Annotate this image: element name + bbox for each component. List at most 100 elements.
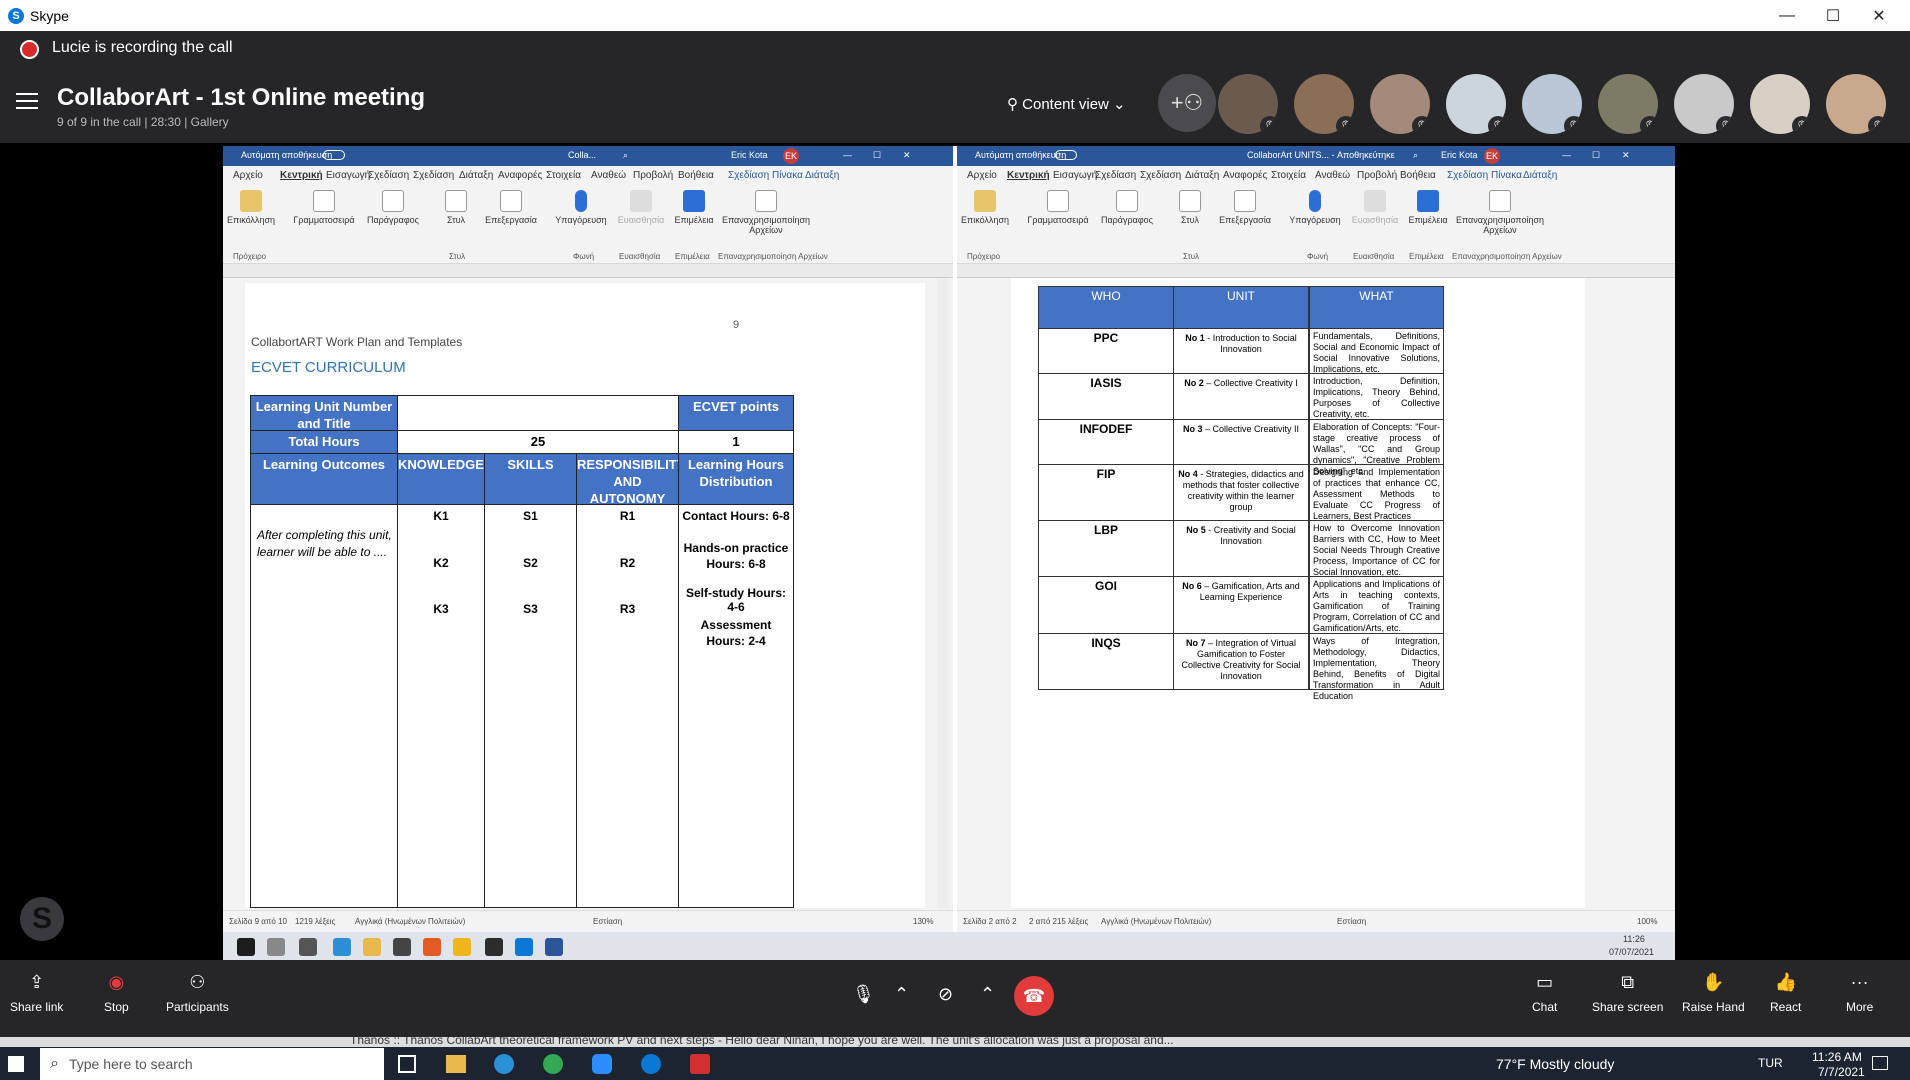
status-zoom[interactable]: 100% bbox=[1637, 917, 1657, 926]
menu-design[interactable]: Σχεδίαση bbox=[368, 170, 409, 181]
cell-after[interactable] bbox=[250, 504, 398, 908]
participant-avatar[interactable]: 🎙 bbox=[1218, 74, 1278, 134]
participant-avatar[interactable]: 🎙 bbox=[1370, 74, 1430, 134]
participant-avatar[interactable]: 🎙 bbox=[1750, 74, 1810, 134]
menu-insert[interactable]: Εισαγωγή bbox=[326, 170, 370, 181]
menu-view[interactable]: Προβολή bbox=[1357, 170, 1397, 181]
editor-button[interactable]: Επιμέλεια bbox=[1405, 190, 1451, 225]
menu-draw[interactable]: Σχεδίαση bbox=[1140, 170, 1181, 181]
menu-design[interactable]: Σχεδίαση bbox=[1095, 170, 1136, 181]
reuse-files-button[interactable]: Επαναχρησιμοποίηση Αρχείων bbox=[721, 190, 811, 235]
sensitivity-button[interactable]: Ευαισθησία bbox=[1349, 190, 1401, 225]
minimize-icon[interactable]: — bbox=[1562, 150, 1571, 160]
task-view-icon[interactable] bbox=[299, 938, 317, 956]
cell-lu-title-value[interactable] bbox=[397, 395, 679, 431]
menu-references[interactable]: Αναφορές bbox=[1223, 170, 1267, 181]
file-explorer-icon[interactable] bbox=[363, 938, 381, 956]
menu-help[interactable]: Βοήθεια bbox=[678, 170, 714, 181]
maximize-icon[interactable]: ☐ bbox=[873, 150, 881, 161]
app-icon[interactable] bbox=[485, 938, 503, 956]
participant-avatar[interactable]: 🎙 bbox=[1446, 74, 1506, 134]
input-language[interactable]: TUR bbox=[1758, 1056, 1783, 1070]
participant-avatar[interactable]: 🎙 bbox=[1826, 74, 1886, 134]
content-view-dropdown[interactable]: ⚲ Content view ⌄ bbox=[1007, 95, 1126, 113]
autosave-toggle[interactable] bbox=[1055, 150, 1077, 160]
taskbar-search[interactable]: ⌕ Type here to search bbox=[40, 1048, 384, 1080]
chat-button[interactable]: ▭ Chat bbox=[1532, 972, 1557, 1014]
acrobat-icon[interactable] bbox=[690, 1054, 710, 1074]
menu-mailings[interactable]: Στοιχεία bbox=[546, 170, 581, 181]
paste-button[interactable]: Επικόλληση bbox=[227, 190, 275, 225]
menu-table-layout[interactable]: Διάταξη bbox=[805, 170, 839, 181]
taskbar-date[interactable]: 7/7/2021 bbox=[1818, 1065, 1865, 1079]
windows-start-icon[interactable] bbox=[8, 1056, 24, 1072]
menu-references[interactable]: Αναφορές bbox=[498, 170, 542, 181]
search-icon[interactable] bbox=[267, 938, 285, 956]
close-icon[interactable]: ✕ bbox=[1856, 0, 1902, 31]
left-vertical-scrollbar[interactable] bbox=[937, 278, 949, 908]
participant-avatar[interactable]: 🎙 bbox=[1522, 74, 1582, 134]
hang-up-button[interactable]: ☎ bbox=[1014, 976, 1054, 1016]
file-explorer-icon[interactable] bbox=[446, 1055, 466, 1073]
menu-home[interactable]: Κεντρική bbox=[280, 170, 323, 181]
styles-button[interactable]: Στυλ bbox=[1175, 190, 1205, 225]
menu-layout[interactable]: Διάταξη bbox=[459, 170, 493, 181]
menu-draw[interactable]: Σχεδίαση bbox=[413, 170, 454, 181]
search-icon[interactable]: ⌕ bbox=[623, 150, 628, 161]
menu-file[interactable]: Αρχείο bbox=[967, 170, 997, 181]
cell-total-hours[interactable]: 25 bbox=[397, 430, 679, 454]
status-language[interactable]: Αγγλικά (Ηνωμένων Πολιτειών) bbox=[1101, 917, 1211, 926]
menu-mailings[interactable]: Στοιχεία bbox=[1271, 170, 1306, 181]
menu-insert[interactable]: Εισαγωγή bbox=[1053, 170, 1097, 181]
chrome-icon[interactable] bbox=[453, 938, 471, 956]
more-button[interactable]: ··· More bbox=[1846, 972, 1873, 1014]
participants-button[interactable]: ⚇ Participants bbox=[166, 972, 229, 1014]
word-icon[interactable] bbox=[545, 938, 563, 956]
taskbar-time[interactable]: 11:26 AM bbox=[1812, 1050, 1862, 1064]
ie-icon[interactable] bbox=[494, 1054, 514, 1074]
menu-table-design[interactable]: Σχεδίαση Πίνακα bbox=[1447, 170, 1522, 181]
windows-start-icon[interactable] bbox=[237, 938, 255, 956]
skype-icon[interactable] bbox=[515, 938, 533, 956]
mute-button[interactable]: 🎙 bbox=[852, 984, 875, 1012]
audio-options-button[interactable]: ⌃ bbox=[894, 984, 909, 1012]
status-focus[interactable]: Εστίαση bbox=[1337, 917, 1366, 926]
styles-button[interactable]: Στυλ bbox=[441, 190, 471, 225]
autosave-toggle[interactable] bbox=[323, 150, 345, 160]
skype-icon[interactable] bbox=[641, 1054, 661, 1074]
zoom-icon[interactable] bbox=[592, 1054, 612, 1074]
share-link-button[interactable]: ⇪ Share link bbox=[10, 972, 63, 1014]
paragraph-button[interactable]: Παράγραφος bbox=[1097, 190, 1157, 225]
chrome-icon[interactable] bbox=[543, 1054, 563, 1074]
paste-button[interactable]: Επικόλληση bbox=[961, 190, 1009, 225]
notification-icon[interactable] bbox=[1872, 1056, 1888, 1070]
minimize-icon[interactable]: — bbox=[1764, 0, 1810, 31]
menu-review[interactable]: Αναθεώ bbox=[1315, 170, 1350, 181]
menu-file[interactable]: Αρχείο bbox=[233, 170, 263, 181]
dictate-button[interactable]: Υπαγόρευση bbox=[553, 190, 609, 225]
weather-widget[interactable]: 77°F Mostly cloudy bbox=[1496, 1056, 1614, 1072]
sensitivity-button[interactable]: Ευαισθησία bbox=[615, 190, 667, 225]
reuse-files-button[interactable]: Επαναχρησιμοποίηση Αρχείων bbox=[1455, 190, 1545, 235]
minimize-icon[interactable]: — bbox=[843, 150, 852, 160]
share-screen-button[interactable]: ⧉ Share screen bbox=[1592, 972, 1663, 1014]
font-button[interactable]: Γραμματοσειρά bbox=[1023, 190, 1093, 225]
close-icon[interactable]: ✕ bbox=[903, 150, 911, 161]
video-options-button[interactable]: ⌃ bbox=[980, 984, 995, 1012]
editor-button[interactable]: Επιμέλεια bbox=[671, 190, 717, 225]
stop-recording-button[interactable]: ◉ Stop bbox=[104, 972, 129, 1014]
dictate-button[interactable]: Υπαγόρευση bbox=[1287, 190, 1343, 225]
menu-table-design[interactable]: Σχεδίαση Πίνακα bbox=[728, 170, 803, 181]
cell-points[interactable]: 1 bbox=[678, 430, 794, 454]
participant-avatar[interactable]: 🎙 bbox=[1674, 74, 1734, 134]
raise-hand-button[interactable]: ✋ Raise Hand bbox=[1682, 972, 1745, 1014]
menu-table-layout[interactable]: Διάταξη bbox=[1523, 170, 1557, 181]
menu-home[interactable]: Κεντρική bbox=[1007, 170, 1050, 181]
status-language[interactable]: Αγγλικά (Ηνωμένων Πολιτειών) bbox=[355, 917, 465, 926]
close-icon[interactable]: ✕ bbox=[1622, 150, 1630, 161]
task-view-icon[interactable] bbox=[398, 1055, 416, 1073]
search-icon[interactable]: ⌕ bbox=[1413, 150, 1418, 161]
maximize-icon[interactable]: ☐ bbox=[1592, 150, 1600, 161]
menu-layout[interactable]: Διάταξη bbox=[1185, 170, 1219, 181]
menu-review[interactable]: Αναθεώ bbox=[591, 170, 626, 181]
